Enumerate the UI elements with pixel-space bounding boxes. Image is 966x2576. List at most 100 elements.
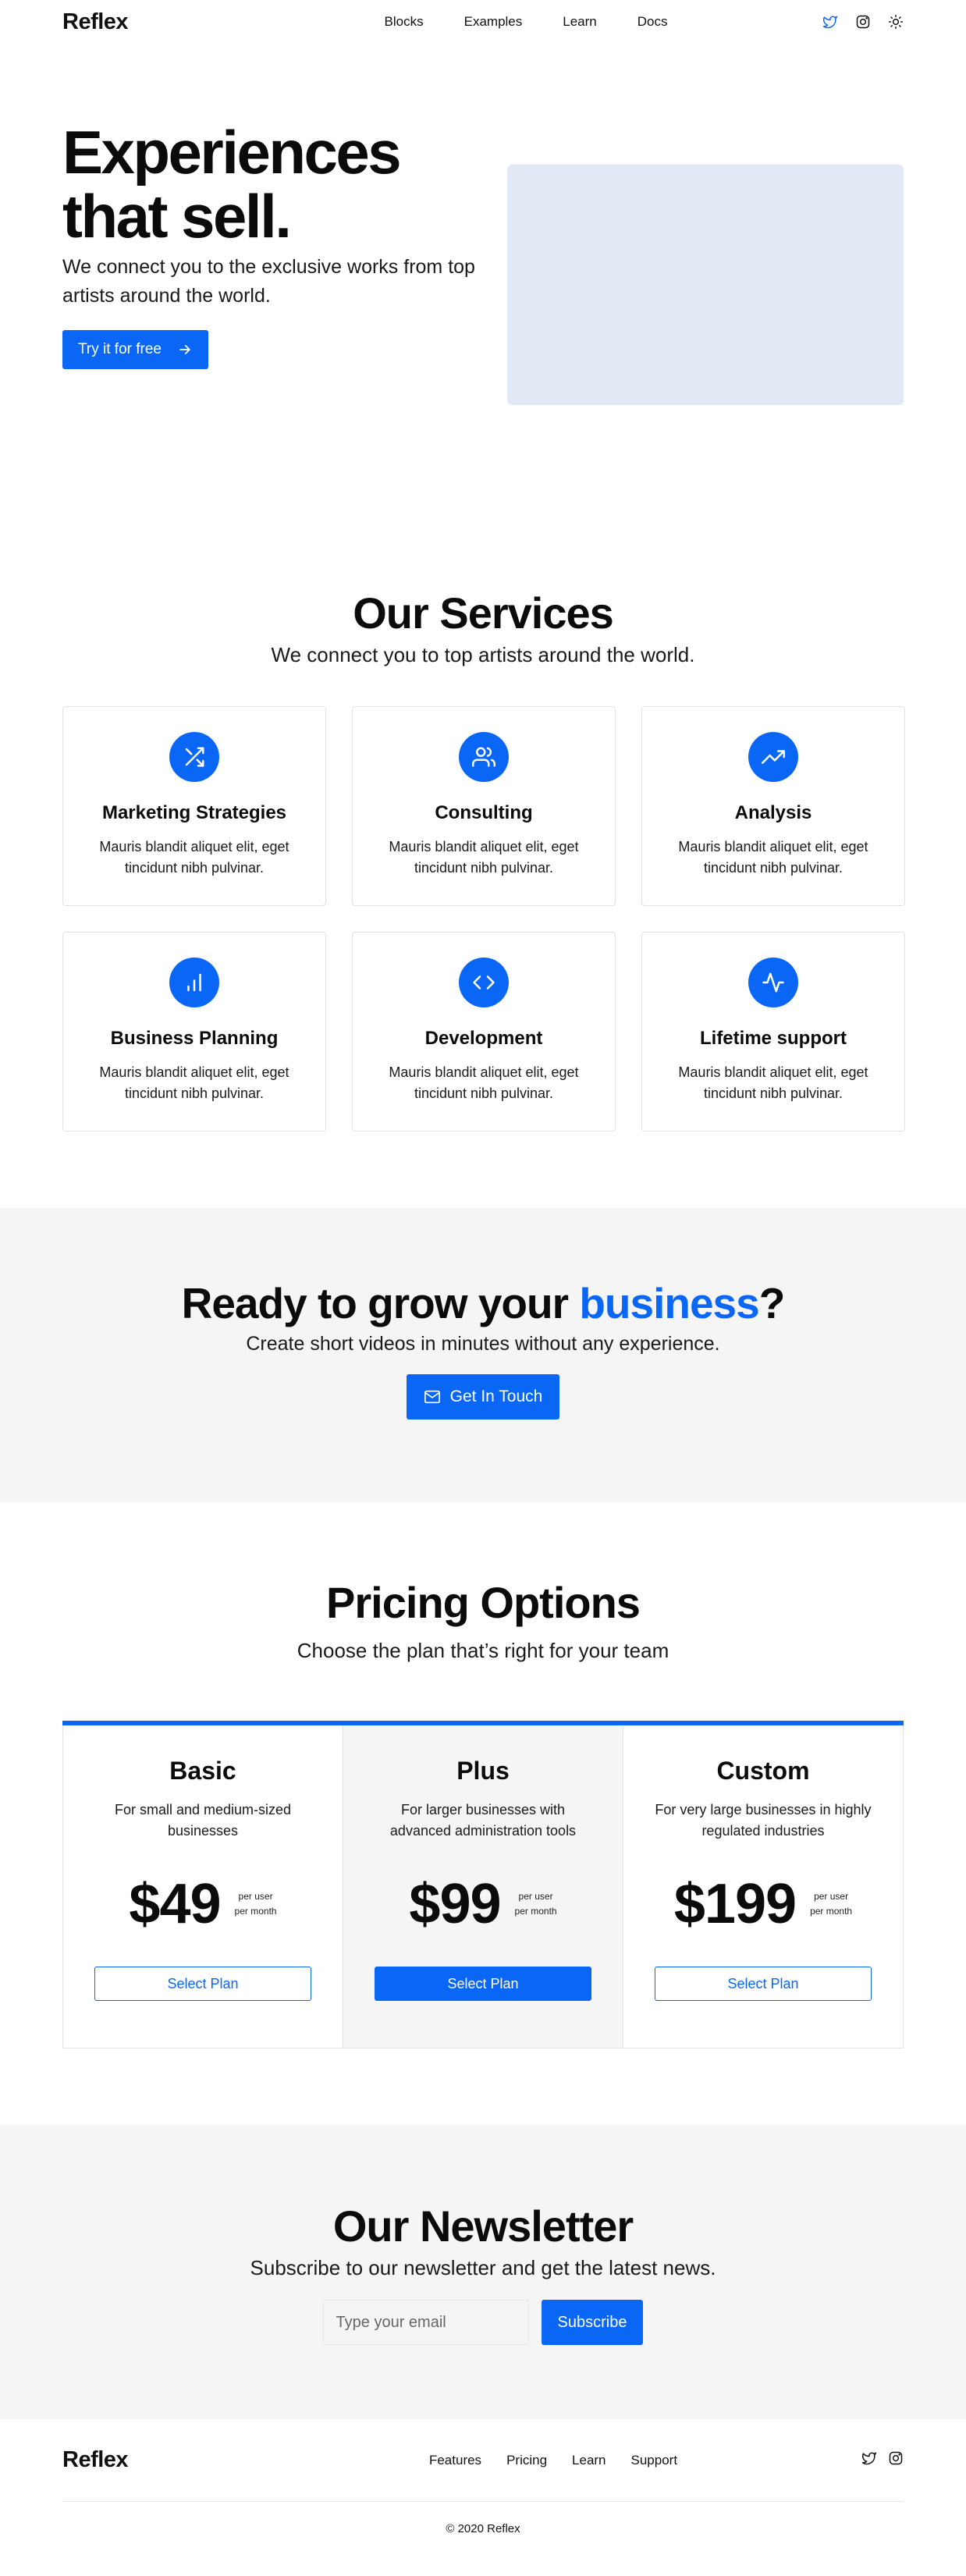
nav-link-docs[interactable]: Docs (637, 14, 668, 30)
pricing-title: Pricing Options (326, 1578, 641, 1627)
brand-logo[interactable]: Reflex (62, 9, 129, 35)
hero-image-placeholder (507, 165, 904, 405)
service-title: Lifetime support (699, 1028, 847, 1049)
select-plan-custom-button[interactable]: Select Plan (655, 1967, 872, 2001)
get-in-touch-button[interactable]: Get In Touch (406, 1374, 560, 1419)
price-period: per user per month (810, 1889, 852, 1919)
plan-description: For larger businesses with advanced admi… (389, 1802, 577, 1839)
service-text: Mauris blandit aliquet elit, eget tincid… (99, 839, 289, 876)
service-card: Lifetime support Mauris blandit aliquet … (641, 932, 905, 1132)
plan-card-custom: Custom For very large businesses in high… (623, 1725, 904, 2048)
per-user-label: per user (518, 1891, 553, 1902)
hero-content: Experiences that sell. We connect you to… (62, 120, 484, 401)
service-title: Analysis (734, 802, 812, 823)
sun-icon[interactable] (888, 14, 904, 30)
footer-icons (861, 2450, 904, 2470)
plan-name: Plus (456, 1757, 510, 1785)
subscribe-button[interactable]: Subscribe (541, 2300, 644, 2345)
arrow-right-icon (179, 345, 190, 354)
try-free-button[interactable]: Try it for free (62, 330, 208, 369)
select-plan-plus-button[interactable]: Select Plan (375, 1967, 591, 2001)
footer-link-support[interactable]: Support (631, 2453, 678, 2468)
service-card: Marketing Strategies Mauris blandit aliq… (62, 706, 326, 906)
service-title: Development (424, 1028, 543, 1049)
plan-description: For very large businesses in highly regu… (655, 1802, 872, 1839)
price-period: per user per month (515, 1889, 557, 1919)
hero-subtitle: We connect you to the exclusive works fr… (62, 256, 475, 307)
email-input[interactable] (322, 2300, 529, 2345)
per-month-label: per month (514, 1906, 557, 1917)
cta-section: Ready to grow your business? Create shor… (0, 1208, 966, 1502)
hero-title-line2: that sell. (62, 182, 292, 250)
service-text: Mauris blandit aliquet elit, eget tincid… (99, 1064, 289, 1101)
newsletter-title: Our Newsletter (332, 2201, 634, 2251)
service-card: Development Mauris blandit aliquet elit,… (352, 932, 616, 1132)
footer-link-features[interactable]: Features (429, 2453, 481, 2468)
pricing-section: Pricing Options Choose the plan that’s r… (0, 1502, 966, 2048)
shuffle-icon (169, 732, 219, 782)
users-icon (459, 732, 509, 782)
instagram-icon[interactable] (888, 2450, 904, 2470)
activity-icon (748, 958, 798, 1007)
service-title: Marketing Strategies (101, 802, 287, 823)
cta-title-after: ? (758, 1279, 786, 1327)
service-title: Business Planning (110, 1028, 279, 1049)
instagram-icon[interactable] (855, 14, 871, 30)
mail-icon (424, 1390, 440, 1404)
nav-link-examples[interactable]: Examples (464, 14, 523, 30)
service-text: Mauris blandit aliquet elit, eget tincid… (389, 839, 579, 876)
copyright: © 2020 Reflex (446, 2522, 520, 2535)
cta-title-accent: business (579, 1279, 759, 1327)
bar-chart-icon (169, 958, 219, 1007)
service-card: Consulting Mauris blandit aliquet elit, … (352, 706, 616, 906)
nav-link-blocks[interactable]: Blocks (385, 14, 424, 30)
plan-name: Basic (169, 1757, 236, 1785)
nav-link-learn[interactable]: Learn (563, 14, 596, 30)
hero-title: Experiences that sell. (62, 120, 484, 248)
newsletter-section: Our Newsletter Subscribe to our newslett… (0, 2125, 966, 2419)
price-row: $199 per user per month (674, 1873, 852, 1935)
plan-name: Custom (716, 1757, 810, 1785)
pricing-plans: Basic For small and medium-sized busines… (62, 1721, 904, 2048)
nav-icons (822, 14, 904, 30)
code-icon (459, 958, 509, 1007)
price-period: per user per month (235, 1889, 277, 1919)
twitter-icon[interactable] (822, 14, 838, 30)
nav-links: Blocks Examples Learn Docs (364, 14, 688, 30)
services-grid: Marketing Strategies Mauris blandit aliq… (62, 706, 905, 1132)
service-text: Mauris blandit aliquet elit, eget tincid… (389, 1064, 579, 1101)
top-nav: Reflex Blocks Examples Learn Docs (62, 0, 904, 44)
newsletter-subtitle: Subscribe to our newsletter and get the … (250, 2256, 716, 2279)
trending-up-icon (748, 732, 798, 782)
twitter-icon[interactable] (861, 2450, 877, 2470)
try-free-label: Try it for free (78, 341, 162, 357)
services-subtitle: We connect you to top artists around the… (271, 643, 695, 666)
service-card: Business Planning Mauris blandit aliquet… (62, 932, 326, 1132)
plan-price: $99 (409, 1873, 501, 1935)
footer-link-learn[interactable]: Learn (572, 2453, 606, 2468)
newsletter-form: Subscribe (0, 2300, 966, 2345)
plan-price: $49 (129, 1873, 221, 1935)
footer: Reflex Features Pricing Learn Support © … (62, 2419, 904, 2576)
services-title: Our Services (353, 588, 614, 638)
service-text: Mauris blandit aliquet elit, eget tincid… (678, 1064, 868, 1101)
per-month-label: per month (810, 1906, 853, 1917)
cta-subtitle: Create short videos in minutes without a… (246, 1333, 720, 1355)
footer-link-pricing[interactable]: Pricing (506, 2453, 547, 2468)
plan-card-basic: Basic For small and medium-sized busines… (62, 1725, 343, 2048)
hero-section: Experiences that sell. We connect you to… (62, 120, 904, 405)
plan-card-plus: Plus For larger businesses with advanced… (343, 1725, 623, 2048)
footer-brand[interactable]: Reflex (62, 2447, 129, 2473)
services-section: Our Services We connect you to top artis… (0, 401, 966, 1132)
cta-title-before: Ready to grow your (181, 1279, 580, 1327)
service-card: Analysis Mauris blandit aliquet elit, eg… (641, 706, 905, 906)
select-plan-basic-button[interactable]: Select Plan (94, 1967, 311, 2001)
get-in-touch-label: Get In Touch (449, 1387, 543, 1405)
hero-title-line1: Experiences (62, 118, 402, 187)
plan-description: For small and medium-sized businesses (114, 1802, 292, 1839)
price-row: $49 per user per month (129, 1873, 276, 1935)
footer-links: Features Pricing Learn Support (417, 2453, 690, 2468)
per-month-label: per month (234, 1906, 277, 1917)
per-user-label: per user (814, 1891, 849, 1902)
price-row: $99 per user per month (409, 1873, 556, 1935)
